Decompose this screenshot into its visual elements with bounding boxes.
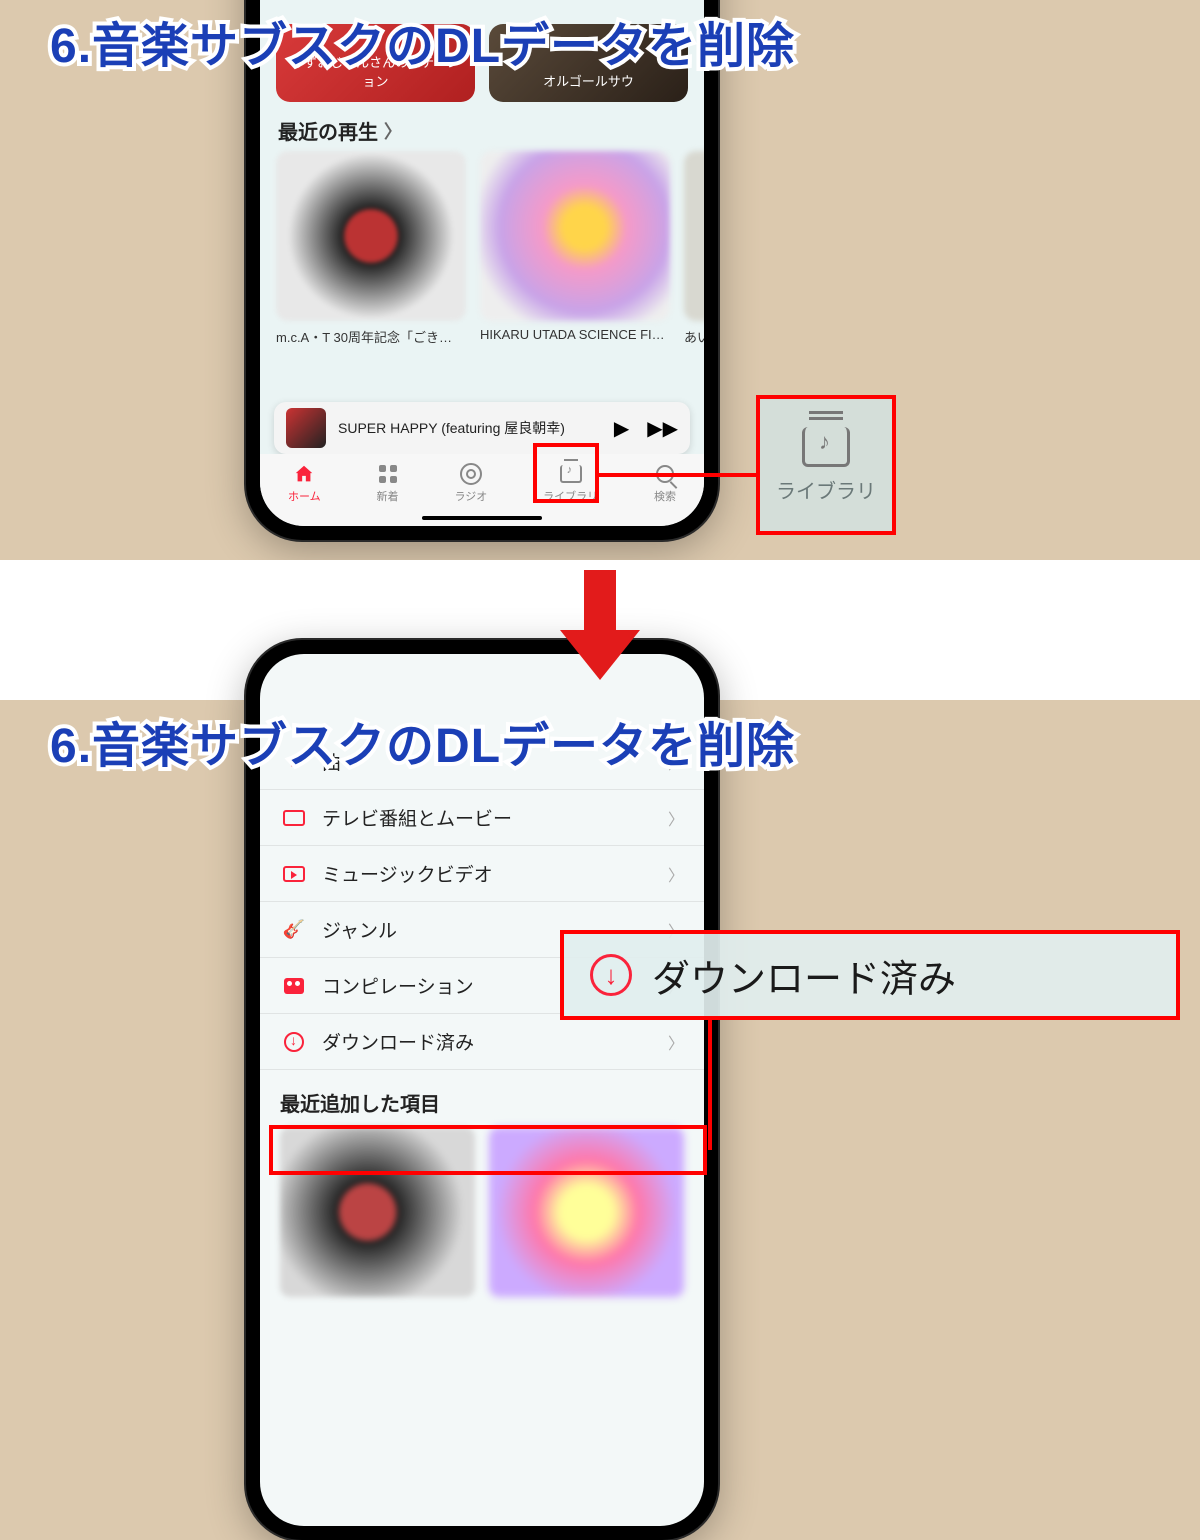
music-video-icon <box>280 866 308 882</box>
album-art <box>276 151 466 321</box>
now-playing-art <box>286 408 326 448</box>
tab-label: 検索 <box>654 488 676 504</box>
callout-downloaded: ↓ ダウンロード済み <box>560 930 1180 1020</box>
compilation-icon <box>280 978 308 994</box>
album-item[interactable]: HIKARU UTADA SCIENCE FI… <box>480 151 670 346</box>
row-label: ダウンロード済み <box>322 1028 654 1055</box>
connector-line <box>708 1020 712 1150</box>
highlight-library-tab <box>533 443 599 503</box>
home-indicator[interactable] <box>422 516 542 520</box>
row-label: テレビ番組とムービー <box>322 804 654 831</box>
download-icon <box>280 1032 308 1052</box>
album-caption: HIKARU UTADA SCIENCE FI… <box>480 327 670 342</box>
now-playing-bar[interactable]: SUPER HAPPY (featuring 屋良朝幸) ▶ ▶▶ <box>274 402 690 454</box>
recent-played-header[interactable]: 最近の再生 〉 <box>260 102 704 151</box>
tab-radio[interactable]: ラジオ <box>454 462 487 504</box>
step-title: 6.音楽サブスクのDLデータを削除 <box>50 6 795 76</box>
radio-icon <box>460 462 482 486</box>
phone-frame-top: みずおじさんさんのステーション オルゴールサウ 最近の再生 〉 m.c.A・T … <box>246 0 718 540</box>
callout-label: ダウンロード済み <box>652 948 956 1003</box>
home-icon <box>293 462 315 486</box>
grid-icon <box>379 462 397 486</box>
callout-label: ライブラリ <box>776 475 876 504</box>
recent-added-header: 最近追加した項目 <box>260 1070 704 1127</box>
music-app-home: みずおじさんさんのステーション オルゴールサウ 最近の再生 〉 m.c.A・T … <box>260 0 704 526</box>
album-caption: あいっ! - … <box>684 327 704 346</box>
library-row-tv[interactable]: テレビ番組とムービー 〉 <box>260 790 704 846</box>
genre-icon: 🎸 <box>280 919 308 940</box>
album-caption: m.c.A・T 30周年記念「ごき… <box>276 327 466 346</box>
tab-new[interactable]: 新着 <box>377 462 399 504</box>
chevron-right-icon: 〉 <box>384 118 402 144</box>
library-icon <box>802 427 850 467</box>
row-label: ミュージックビデオ <box>322 860 654 887</box>
chevron-right-icon: 〉 <box>668 1030 684 1054</box>
tab-label: 新着 <box>377 488 399 504</box>
tab-label: ラジオ <box>454 488 487 504</box>
forward-icon[interactable]: ▶▶ <box>647 416 678 441</box>
album-item[interactable]: m.c.A・T 30周年記念「ごき… <box>276 151 466 346</box>
tab-home[interactable]: ホーム <box>288 462 321 504</box>
now-playing-title: SUPER HAPPY (featuring 屋良朝幸) <box>338 418 602 438</box>
album-art <box>684 151 704 321</box>
library-row-mv[interactable]: ミュージックビデオ 〉 <box>260 846 704 902</box>
play-icon[interactable]: ▶ <box>614 416 629 441</box>
tab-search[interactable]: 検索 <box>654 462 676 504</box>
album-art <box>480 151 670 321</box>
library-row-downloaded[interactable]: ダウンロード済み 〉 <box>260 1014 704 1070</box>
music-app-library: ♪ 曲 〉 テレビ番組とムービー 〉 ミュージックビデオ 〉 🎸 ジャンル <box>260 654 704 1526</box>
step-title: 6.音楽サブスクのDLデータを削除 <box>50 706 795 776</box>
tv-icon <box>280 810 308 826</box>
download-icon: ↓ <box>590 954 632 996</box>
section-title: 最近の再生 <box>278 116 378 145</box>
album-item[interactable]: あいっ! - … <box>684 151 704 346</box>
chevron-right-icon: 〉 <box>668 862 684 886</box>
chevron-right-icon: 〉 <box>668 806 684 830</box>
arrow-down-icon <box>570 570 630 690</box>
connector-line <box>599 473 756 477</box>
highlight-downloaded-row <box>269 1125 707 1175</box>
callout-library: ライブラリ <box>756 395 896 535</box>
tab-label: ホーム <box>288 488 321 504</box>
